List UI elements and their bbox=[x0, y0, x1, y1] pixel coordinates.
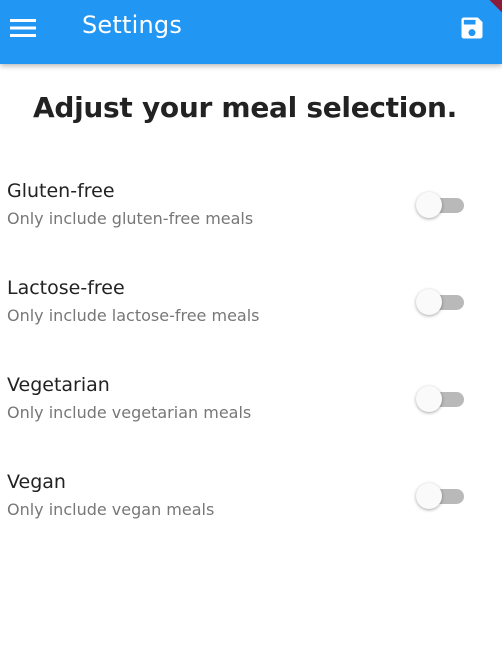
filter-gluten-free[interactable]: Gluten-free Only include gluten-free mea… bbox=[0, 180, 502, 244]
filter-title: Vegetarian bbox=[7, 374, 110, 396]
gluten-free-switch[interactable] bbox=[414, 188, 468, 222]
filter-vegetarian[interactable]: Vegetarian Only include vegetarian meals bbox=[0, 374, 502, 438]
debug-banner bbox=[472, 0, 502, 30]
filter-lactose-free[interactable]: Lactose-free Only include lactose-free m… bbox=[0, 277, 502, 341]
vegetarian-switch[interactable] bbox=[414, 382, 468, 416]
app-bar: Settings bbox=[0, 0, 502, 64]
menu-icon bbox=[10, 19, 36, 37]
lactose-free-switch[interactable] bbox=[414, 285, 468, 319]
switch-thumb bbox=[416, 289, 442, 315]
page-title: Settings bbox=[82, 11, 183, 39]
page-heading: Adjust your meal selection. bbox=[33, 91, 457, 124]
filter-vegan[interactable]: Vegan Only include vegan meals bbox=[0, 471, 502, 535]
filter-subtitle: Only include lactose-free meals bbox=[7, 306, 260, 325]
switch-thumb bbox=[416, 483, 442, 509]
vegan-switch[interactable] bbox=[414, 479, 468, 513]
filter-title: Lactose-free bbox=[7, 277, 125, 299]
filter-title: Vegan bbox=[7, 471, 66, 493]
switch-thumb bbox=[416, 192, 442, 218]
filter-subtitle: Only include vegetarian meals bbox=[7, 403, 252, 422]
menu-button[interactable] bbox=[0, 0, 46, 56]
filter-title: Gluten-free bbox=[7, 180, 115, 202]
filter-subtitle: Only include vegan meals bbox=[7, 500, 215, 519]
switch-thumb bbox=[416, 386, 442, 412]
filter-subtitle: Only include gluten-free meals bbox=[7, 209, 254, 228]
